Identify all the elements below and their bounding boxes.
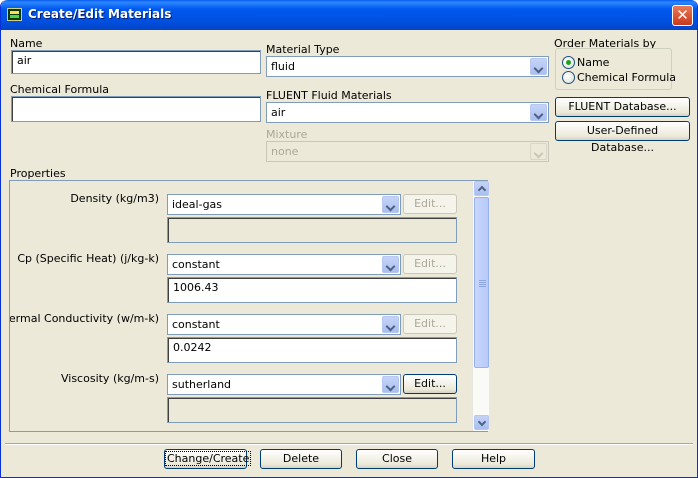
density-method-value: ideal-gas [172, 198, 223, 211]
chevron-down-icon[interactable] [382, 256, 399, 273]
material-type-label: Material Type [266, 43, 340, 56]
window-title: Create/Edit Materials [28, 7, 172, 21]
viscosity-method-dropdown[interactable]: sutherland [167, 374, 401, 395]
viscosity-method-value: sutherland [172, 378, 232, 391]
cp-method-dropdown[interactable]: constant [167, 254, 401, 275]
cp-label: Cp (Specific Heat) (j/kg-k) [17, 252, 159, 265]
thermal-conductivity-label: Thermal Conductivity (w/m-k) [9, 312, 159, 325]
name-label: Name [10, 37, 43, 50]
properties-scrollbar[interactable] [472, 181, 489, 431]
order-by-name-label: Name [577, 56, 610, 69]
title-bar[interactable]: Create/Edit Materials ✕ [1, 0, 697, 30]
chevron-down-icon[interactable] [530, 58, 547, 75]
fluent-fluid-materials-dropdown[interactable]: air [266, 102, 549, 123]
mixture-value: none [271, 145, 299, 158]
fluent-fluid-materials-value: air [271, 106, 286, 119]
density-edit-button[interactable]: Edit... [403, 194, 457, 214]
chevron-down-icon[interactable] [530, 104, 547, 121]
mixture-dropdown[interactable]: none [266, 141, 549, 162]
density-label: Density (kg/m3) [70, 192, 159, 205]
order-by-chemical-formula-label: Chemical Formula [577, 71, 677, 84]
chemical-formula-field[interactable] [11, 96, 261, 122]
materials-dialog: Create/Edit Materials ✕ Name air Chemica… [0, 0, 698, 478]
mixture-label: Mixture [266, 128, 308, 141]
cp-edit-button[interactable]: Edit... [403, 254, 457, 274]
cp-value-field[interactable]: 1006.43 [167, 277, 457, 303]
change-create-button[interactable]: Change/Create [164, 449, 252, 469]
thermal-conductivity-value-field[interactable]: 0.0242 [167, 337, 457, 363]
grip-icon [479, 280, 486, 287]
scroll-down-icon[interactable] [474, 415, 489, 430]
thermal-conductivity-method-dropdown[interactable]: constant [167, 314, 401, 335]
app-icon [7, 8, 22, 21]
footer-divider [5, 443, 693, 445]
close-button[interactable]: Close [356, 449, 438, 469]
help-button[interactable]: Help [452, 449, 535, 469]
material-type-value: fluid [271, 60, 295, 73]
change-create-label: Change/Create [165, 451, 252, 466]
name-field[interactable]: air [11, 50, 261, 74]
fluent-database-button[interactable]: FLUENT Database... [555, 97, 690, 117]
viscosity-label: Viscosity (kg/m-s) [60, 372, 159, 385]
delete-button[interactable]: Delete [260, 449, 342, 469]
scroll-up-icon[interactable] [474, 181, 489, 196]
thermal-conductivity-method-value: constant [172, 318, 220, 331]
fluent-fluid-materials-label: FLUENT Fluid Materials [266, 89, 392, 102]
chevron-down-icon[interactable] [382, 316, 399, 333]
user-defined-database-button[interactable]: User-Defined Database... [555, 121, 690, 154]
radio-checked-icon[interactable] [562, 56, 575, 69]
close-icon[interactable]: ✕ [672, 5, 693, 26]
material-type-dropdown[interactable]: fluid [266, 56, 549, 77]
properties-label: Properties [10, 167, 66, 180]
viscosity-value-field[interactable] [167, 397, 457, 423]
thermal-conductivity-edit-button[interactable]: Edit... [403, 314, 457, 334]
scrollbar-thumb[interactable] [474, 197, 489, 368]
properties-panel: Density (kg/m3) ideal-gas Edit... Cp (Sp… [9, 180, 488, 432]
density-method-dropdown[interactable]: ideal-gas [167, 194, 401, 215]
chevron-down-icon[interactable] [382, 376, 399, 393]
density-value-field[interactable] [167, 217, 457, 243]
chemical-formula-label: Chemical Formula [10, 83, 110, 96]
cp-method-value: constant [172, 258, 220, 271]
viscosity-edit-button[interactable]: Edit... [403, 374, 457, 394]
chevron-down-icon [530, 143, 547, 160]
radio-unchecked-icon[interactable] [562, 71, 575, 84]
chevron-down-icon[interactable] [382, 196, 399, 213]
